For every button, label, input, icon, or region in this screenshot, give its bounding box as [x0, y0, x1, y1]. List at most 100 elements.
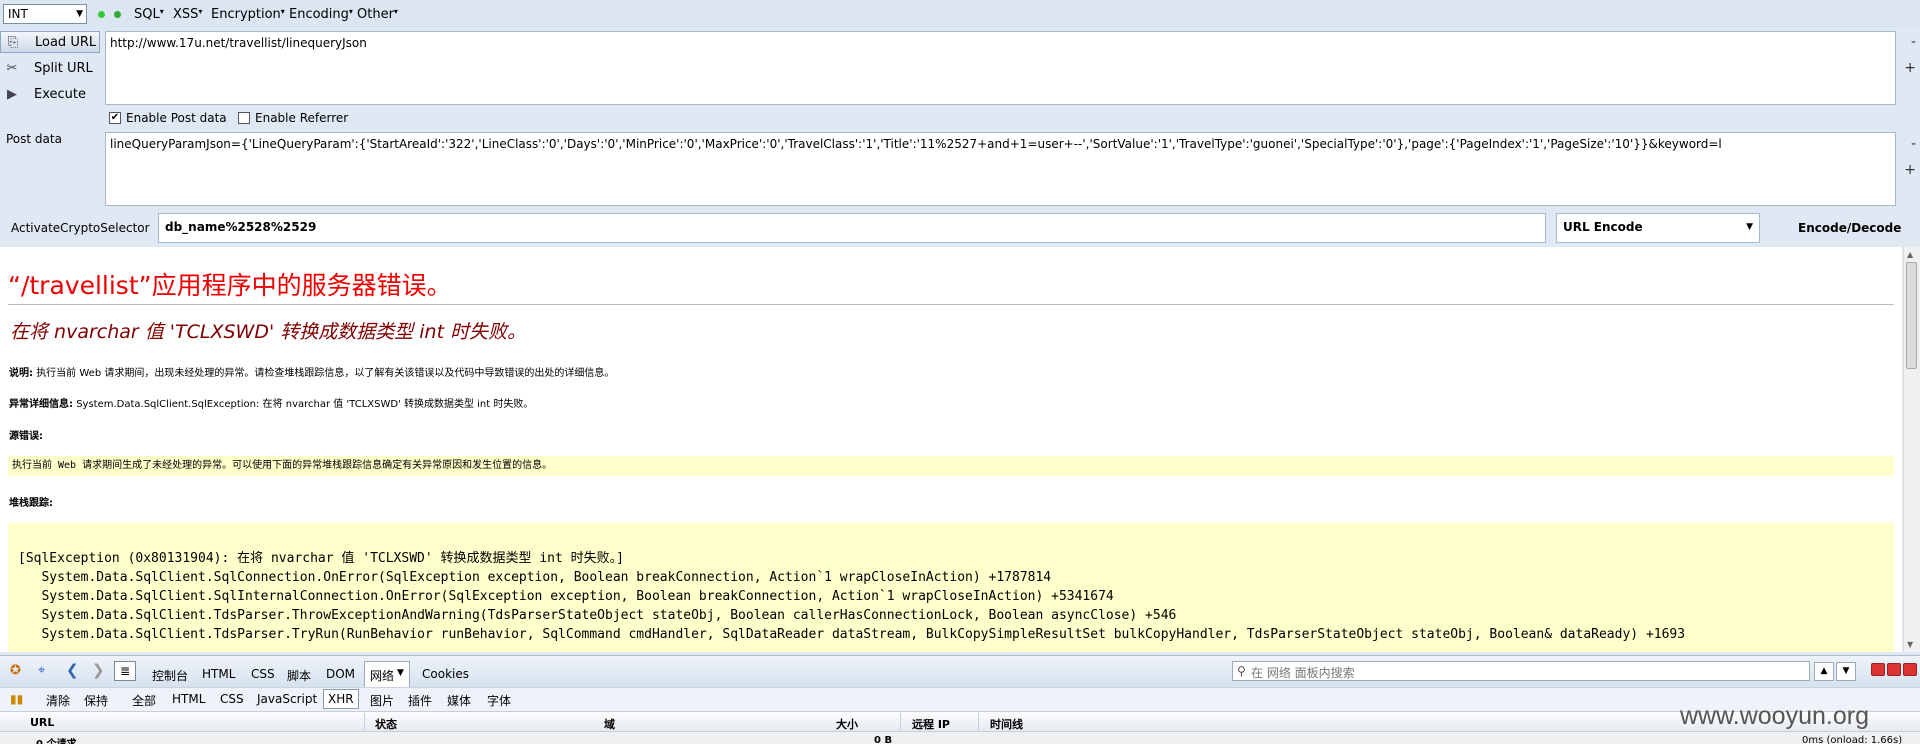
net-panel-icon: ▮▮: [10, 692, 24, 706]
search-next-icon[interactable]: ▼: [1836, 662, 1856, 681]
filter-xhr[interactable]: XHR: [323, 689, 359, 709]
col-divider: [900, 713, 901, 730]
caret-icon: ▾: [348, 7, 353, 16]
forward-icon[interactable]: ❯: [92, 661, 105, 679]
tab-css[interactable]: CSS: [251, 667, 275, 681]
total-time: 0ms (onload: 1.66s): [1802, 735, 1903, 744]
request-count: 0 个请求: [36, 735, 76, 744]
tab-dom[interactable]: DOM: [326, 667, 355, 681]
stack-line: System.Data.SqlClient.SqlInternalConnect…: [18, 589, 1114, 604]
tab-html[interactable]: HTML: [202, 667, 235, 681]
execute-button[interactable]: ▶ Execute: [0, 84, 100, 106]
split-url-button[interactable]: ✂ Split URL: [0, 58, 100, 80]
net-summary-row: 0 个请求 0 B 0ms (onload: 1.66s): [0, 732, 1920, 744]
post-data-checkbox[interactable]: ✔: [109, 112, 121, 124]
caret-icon: ▾: [393, 7, 398, 16]
crypto-input[interactable]: db_name%2528%2529: [158, 213, 1546, 243]
encoding-select-value: URL Encode: [1563, 220, 1643, 234]
post-data-label: Post data: [6, 132, 62, 146]
total-size: 0 B: [874, 735, 893, 744]
filter-javascript[interactable]: JavaScript: [257, 692, 317, 706]
scroll-thumb[interactable]: [1906, 262, 1917, 369]
post-data-input[interactable]: lineQueryParamJson={'LineQueryParam':{'S…: [105, 132, 1896, 206]
command-line-icon[interactable]: ≣: [114, 661, 136, 681]
menu-other[interactable]: Other▾: [357, 7, 398, 22]
stack-line: System.Data.SqlClient.TdsParser.ThrowExc…: [18, 608, 1177, 623]
caret-icon: ▾: [280, 7, 285, 16]
scissors-icon: ✂: [6, 61, 18, 76]
chevron-down-icon: ▼: [76, 9, 83, 19]
col-status[interactable]: 状态: [375, 716, 397, 732]
filter-media[interactable]: 媒体: [447, 692, 471, 709]
tab-console[interactable]: 控制台: [152, 667, 188, 684]
type-select[interactable]: INT ▼: [3, 4, 87, 24]
back-icon[interactable]: ❮: [66, 661, 79, 679]
stack-line: [SqlException (0x80131904): 在将 nvarchar …: [18, 551, 624, 566]
filter-all[interactable]: 全部: [132, 692, 156, 709]
hackbar-toolbar: [0, 0, 1920, 30]
scroll-down-icon[interactable]: ▼: [1907, 640, 1913, 649]
caret-icon: ▾: [198, 7, 203, 16]
source-error-box: 执行当前 Web 请求期间生成了未经处理的异常。可以使用下面的异常堆栈跟踪信息确…: [8, 456, 1894, 476]
watermark: www.wooyun.org: [1680, 702, 1869, 730]
page-content: “/travellist”应用程序中的服务器错误。 在将 nvarchar 值 …: [0, 247, 1902, 652]
type-select-value: INT: [8, 7, 28, 21]
filter-images[interactable]: 图片: [370, 692, 394, 709]
search-icon: ⚲: [1237, 664, 1246, 678]
tab-net-active[interactable]: 网络 ▼: [364, 661, 410, 687]
filter-html[interactable]: HTML: [172, 692, 205, 706]
url-shrink-button[interactable]: -: [1911, 34, 1916, 50]
encode-decode-button[interactable]: Encode/Decode: [1798, 221, 1901, 235]
caret-icon: ▾: [159, 7, 164, 16]
col-divider: [978, 713, 979, 730]
net-table-header: URL 状态 域 大小 远程 IP 时间线: [0, 711, 1920, 732]
minimize-icon[interactable]: [1871, 663, 1885, 676]
play-icon: ▶: [7, 87, 17, 102]
exception-details: 异常详细信息: System.Data.SqlClient.SqlExcepti…: [9, 399, 534, 410]
url-input[interactable]: http://www.17u.net/travellist/linequeryJ…: [105, 31, 1896, 105]
col-divider: [364, 713, 365, 730]
col-url[interactable]: URL: [30, 716, 54, 729]
persist-button[interactable]: 保持: [84, 692, 108, 709]
menu-sql[interactable]: SQL▾: [134, 7, 164, 22]
load-icon: ⎘: [7, 35, 19, 50]
tab-script[interactable]: 脚本: [287, 667, 311, 684]
filter-fonts[interactable]: 字体: [487, 692, 511, 709]
menu-encoding[interactable]: Encoding▾: [289, 7, 353, 22]
crypto-selector-label[interactable]: ActivateCryptoSelector: [11, 221, 150, 235]
post-grow-button[interactable]: +: [1904, 162, 1916, 178]
filter-plugins[interactable]: 插件: [408, 692, 432, 709]
filter-css[interactable]: CSS: [220, 692, 244, 706]
col-timeline[interactable]: 时间线: [990, 716, 1023, 732]
net-search-input[interactable]: ⚲ 在 网络 面板内搜索: [1232, 661, 1810, 681]
url-grow-button[interactable]: +: [1904, 60, 1916, 76]
green-dot-icon[interactable]: [114, 11, 121, 18]
detach-icon[interactable]: [1887, 663, 1901, 676]
stack-trace-box: [SqlException (0x80131904): 在将 nvarchar …: [8, 523, 1894, 652]
clear-button[interactable]: 清除: [46, 692, 70, 709]
col-remote-ip[interactable]: 远程 IP: [912, 716, 950, 732]
firebug-icon[interactable]: ✪: [10, 663, 21, 678]
post-shrink-button[interactable]: -: [1911, 136, 1916, 152]
load-url-button[interactable]: ⎘ Load URL: [0, 31, 100, 53]
source-error-label: 源错误:: [9, 431, 43, 442]
green-dot-icon[interactable]: [98, 11, 105, 18]
close-icon[interactable]: [1903, 663, 1917, 676]
search-prev-icon[interactable]: ▲: [1814, 662, 1834, 681]
encoding-select[interactable]: URL Encode ▼: [1556, 213, 1760, 243]
stack-trace-text: [SqlException (0x80131904): 在将 nvarchar …: [18, 549, 1894, 644]
referrer-checkbox[interactable]: [238, 112, 250, 124]
inspect-icon[interactable]: ⌖: [38, 663, 45, 678]
stack-line: System.Data.SqlClient.TdsParser.TryRun(R…: [18, 627, 1686, 642]
scroll-up-icon[interactable]: ▲: [1907, 250, 1913, 259]
col-size[interactable]: 大小: [836, 716, 858, 732]
stack-line: System.Data.SqlClient.SqlConnection.OnEr…: [18, 570, 1052, 585]
post-data-checkbox-label: Enable Post data: [126, 111, 227, 125]
menu-xss[interactable]: XSS▾: [173, 7, 202, 22]
tab-cookies[interactable]: Cookies: [422, 667, 469, 681]
menu-encryption[interactable]: Encryption▾: [211, 7, 285, 22]
chevron-down-icon: ▼: [1746, 222, 1753, 232]
title-divider: [8, 304, 1894, 305]
col-domain[interactable]: 域: [604, 716, 615, 732]
error-subtitle: 在将 nvarchar 值 'TCLXSWD' 转换成数据类型 int 时失败。: [10, 321, 527, 343]
